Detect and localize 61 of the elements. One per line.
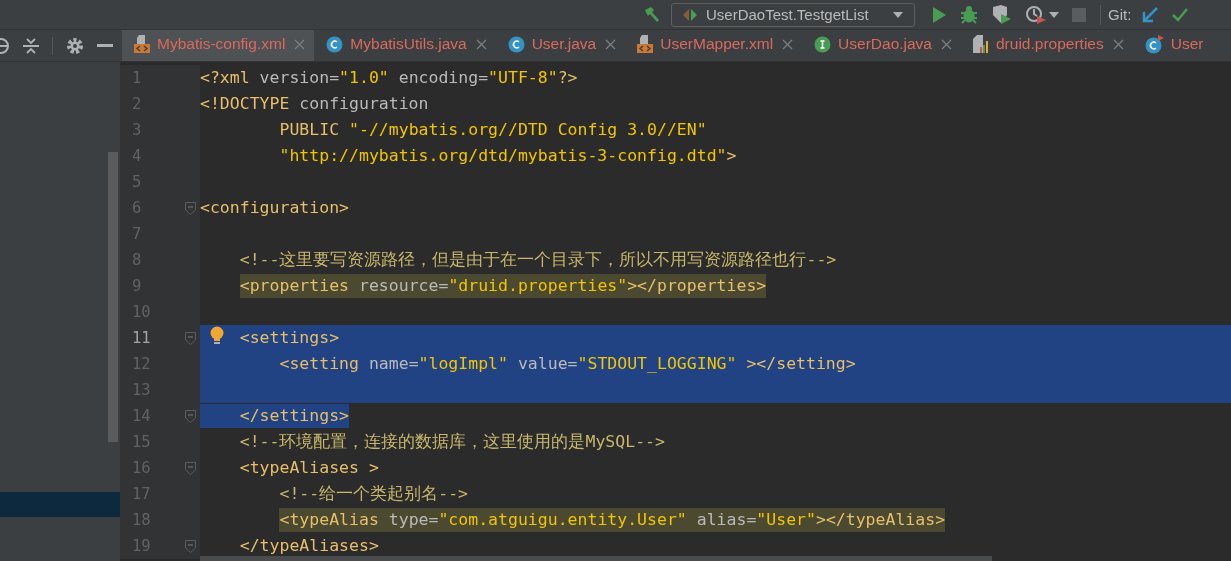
xml-file-icon (134, 35, 150, 53)
class-icon (1144, 34, 1164, 54)
caret-icon (892, 10, 904, 19)
checkmark-icon[interactable] (1171, 6, 1190, 23)
code-text: <typeAliases > (239, 457, 379, 479)
fold-marker-icon[interactable] (185, 462, 196, 475)
file-tab[interactable]: User (1132, 30, 1213, 61)
close-icon[interactable] (941, 38, 952, 50)
line-number: 11 (132, 328, 151, 349)
lightbulb-icon[interactable] (210, 326, 224, 346)
run-icon[interactable] (931, 5, 947, 24)
code-text: "http://mybatis.org/dtd/mybatis-3-config.dtd"> (279, 145, 737, 167)
code-text: <typeAlias type="com.atguigu.entity.User" alias="User"></typeAlias> (279, 508, 946, 532)
code-text: PUBLIC "-//mybatis.org//DTD Config 3.0//EN" (279, 119, 707, 141)
git-label: Git: (1108, 6, 1132, 23)
profiler-icon[interactable] (1025, 4, 1047, 25)
stop-icon[interactable] (1071, 6, 1087, 23)
properties-file-icon (973, 35, 989, 53)
file-tab[interactable]: UserDao.java (802, 30, 961, 61)
settings-icon[interactable] (66, 36, 84, 55)
code-text: </settings> (239, 405, 350, 427)
target-icon[interactable] (0, 36, 10, 55)
horizontal-scrollbar[interactable] (200, 556, 992, 561)
close-icon[interactable] (605, 38, 617, 50)
close-icon[interactable] (294, 38, 306, 50)
file-tab[interactable]: druid.properties (961, 30, 1133, 61)
fold-marker-icon[interactable] (185, 540, 196, 553)
file-tab[interactable]: User.java (495, 30, 626, 61)
code-text: <setting name="logImpl" value="STDOUT_LOGGING" ></setting> (279, 353, 856, 375)
run-configuration-dropdown[interactable]: UserDaoTest.TestgetList (671, 2, 915, 27)
update-arrow-icon[interactable] (1141, 5, 1160, 24)
interface-icon (814, 35, 832, 53)
class-icon (507, 35, 525, 53)
run-config-icon (682, 7, 698, 22)
xml-file-icon (637, 35, 654, 53)
collapse-icon[interactable] (23, 36, 39, 55)
code-text: <settings> (239, 327, 340, 349)
scrollbar-thumb[interactable] (108, 152, 118, 442)
hammer-icon[interactable] (642, 4, 662, 25)
coverage-icon[interactable] (991, 4, 1013, 25)
code-text: <properties resource="druid.properties"></properties> (239, 274, 767, 298)
code-text: <?xml version="1.0" encoding="UTF-8"?> (200, 67, 578, 89)
fold-marker-icon[interactable] (185, 410, 196, 423)
fold-marker-icon[interactable] (185, 332, 196, 345)
code-text: <!--这里要写资源路径，但是由于在一个目录下，所以不用写资源路径也行--> (239, 249, 837, 271)
close-icon[interactable] (782, 38, 794, 50)
code-text: <!--给一个类起别名--> (279, 483, 469, 505)
fold-marker-icon[interactable] (185, 202, 196, 215)
code-text: </typeAliases> (239, 535, 379, 557)
code-text: <!--环境配置，连接的数据库，这里使用的是MySQL--> (239, 431, 665, 453)
bug-icon[interactable] (959, 4, 979, 25)
file-tab[interactable]: Mybatis-config.xml (122, 30, 315, 61)
close-icon[interactable] (475, 38, 487, 50)
code-editor[interactable] (120, 62, 1231, 561)
class-icon (326, 35, 344, 53)
code-text: <!DOCTYPE configuration (200, 93, 429, 115)
caret-icon[interactable] (1049, 11, 1059, 18)
file-tab[interactable]: MybatisUtils.java (314, 30, 496, 61)
code-text: <configuration> (200, 197, 349, 219)
close-icon[interactable] (1112, 38, 1124, 50)
file-tab[interactable]: UserMapper.xml (625, 30, 803, 61)
